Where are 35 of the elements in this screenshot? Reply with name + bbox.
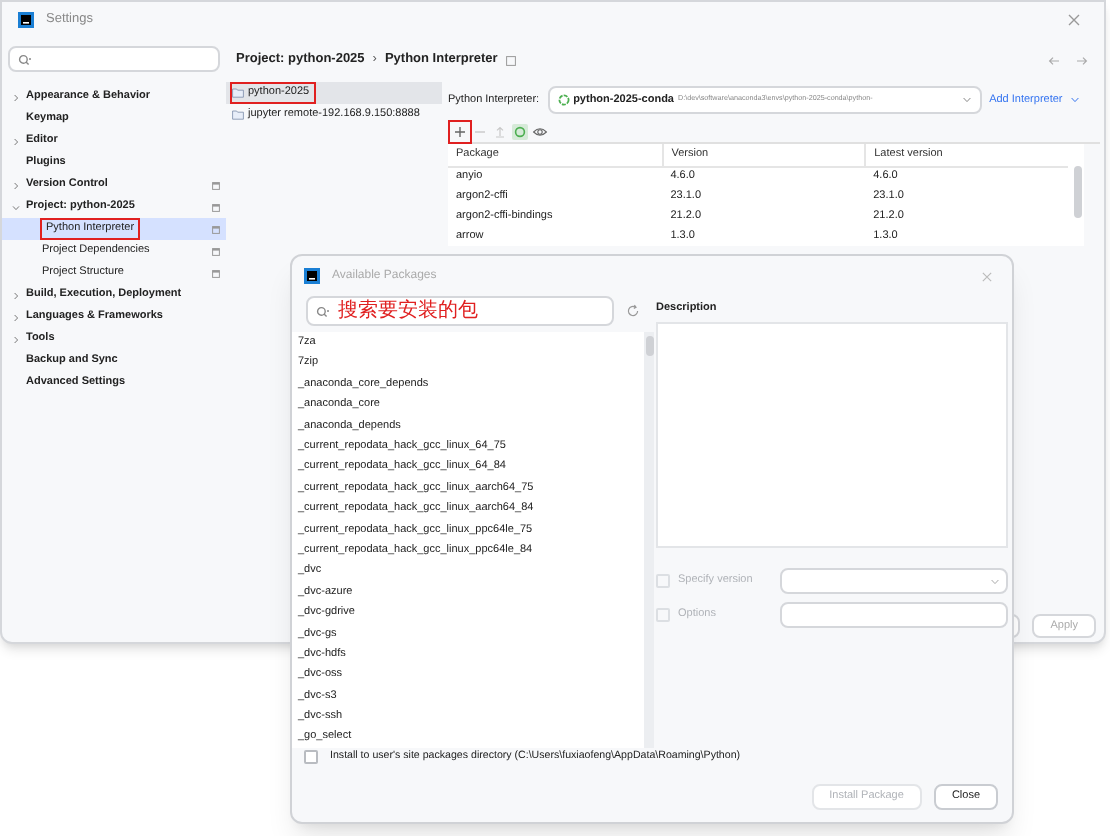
add-icon[interactable]	[452, 123, 468, 139]
chevron-right-icon[interactable]	[12, 93, 20, 101]
chevron-right-icon[interactable]	[12, 181, 20, 189]
close-icon[interactable]	[982, 271, 992, 281]
search-icon	[18, 53, 32, 65]
options-input-field[interactable]	[780, 602, 1008, 628]
project-scope-icon	[212, 247, 220, 255]
window-icon	[505, 55, 516, 65]
chevron-down-icon	[1070, 96, 1081, 104]
conda-ring-icon	[557, 94, 570, 106]
forward-arrow-icon[interactable]	[1076, 55, 1088, 65]
chevron-right-icon[interactable]	[12, 137, 20, 145]
search-field[interactable]	[8, 46, 220, 72]
project-scope-icon	[212, 269, 220, 277]
close-icon[interactable]	[1068, 14, 1080, 26]
chevron-down-icon	[961, 96, 972, 104]
back-arrow-icon[interactable]	[1048, 55, 1060, 65]
refresh-icon[interactable]	[626, 304, 640, 318]
version-dropdown[interactable]	[780, 568, 1008, 594]
project-scope-icon	[212, 181, 220, 189]
app-logo-icon	[304, 268, 320, 284]
package-search-field[interactable]: 搜索要安装的包	[306, 296, 614, 326]
app-logo-icon	[18, 12, 34, 28]
scrollbar-thumb[interactable]	[1074, 166, 1082, 218]
chevron-down-icon	[990, 577, 1000, 585]
checkbox[interactable]	[304, 750, 318, 765]
project-scope-icon	[212, 203, 220, 211]
chevron-down-icon[interactable]	[12, 203, 20, 211]
chevron-right-icon[interactable]	[12, 291, 20, 299]
chevron-right-icon[interactable]	[12, 335, 20, 343]
refresh-icon[interactable]	[512, 123, 528, 139]
eye-icon[interactable]	[532, 123, 548, 139]
project-scope-icon	[212, 225, 220, 233]
search-icon	[316, 305, 330, 317]
chevron-right-icon[interactable]	[12, 313, 20, 321]
